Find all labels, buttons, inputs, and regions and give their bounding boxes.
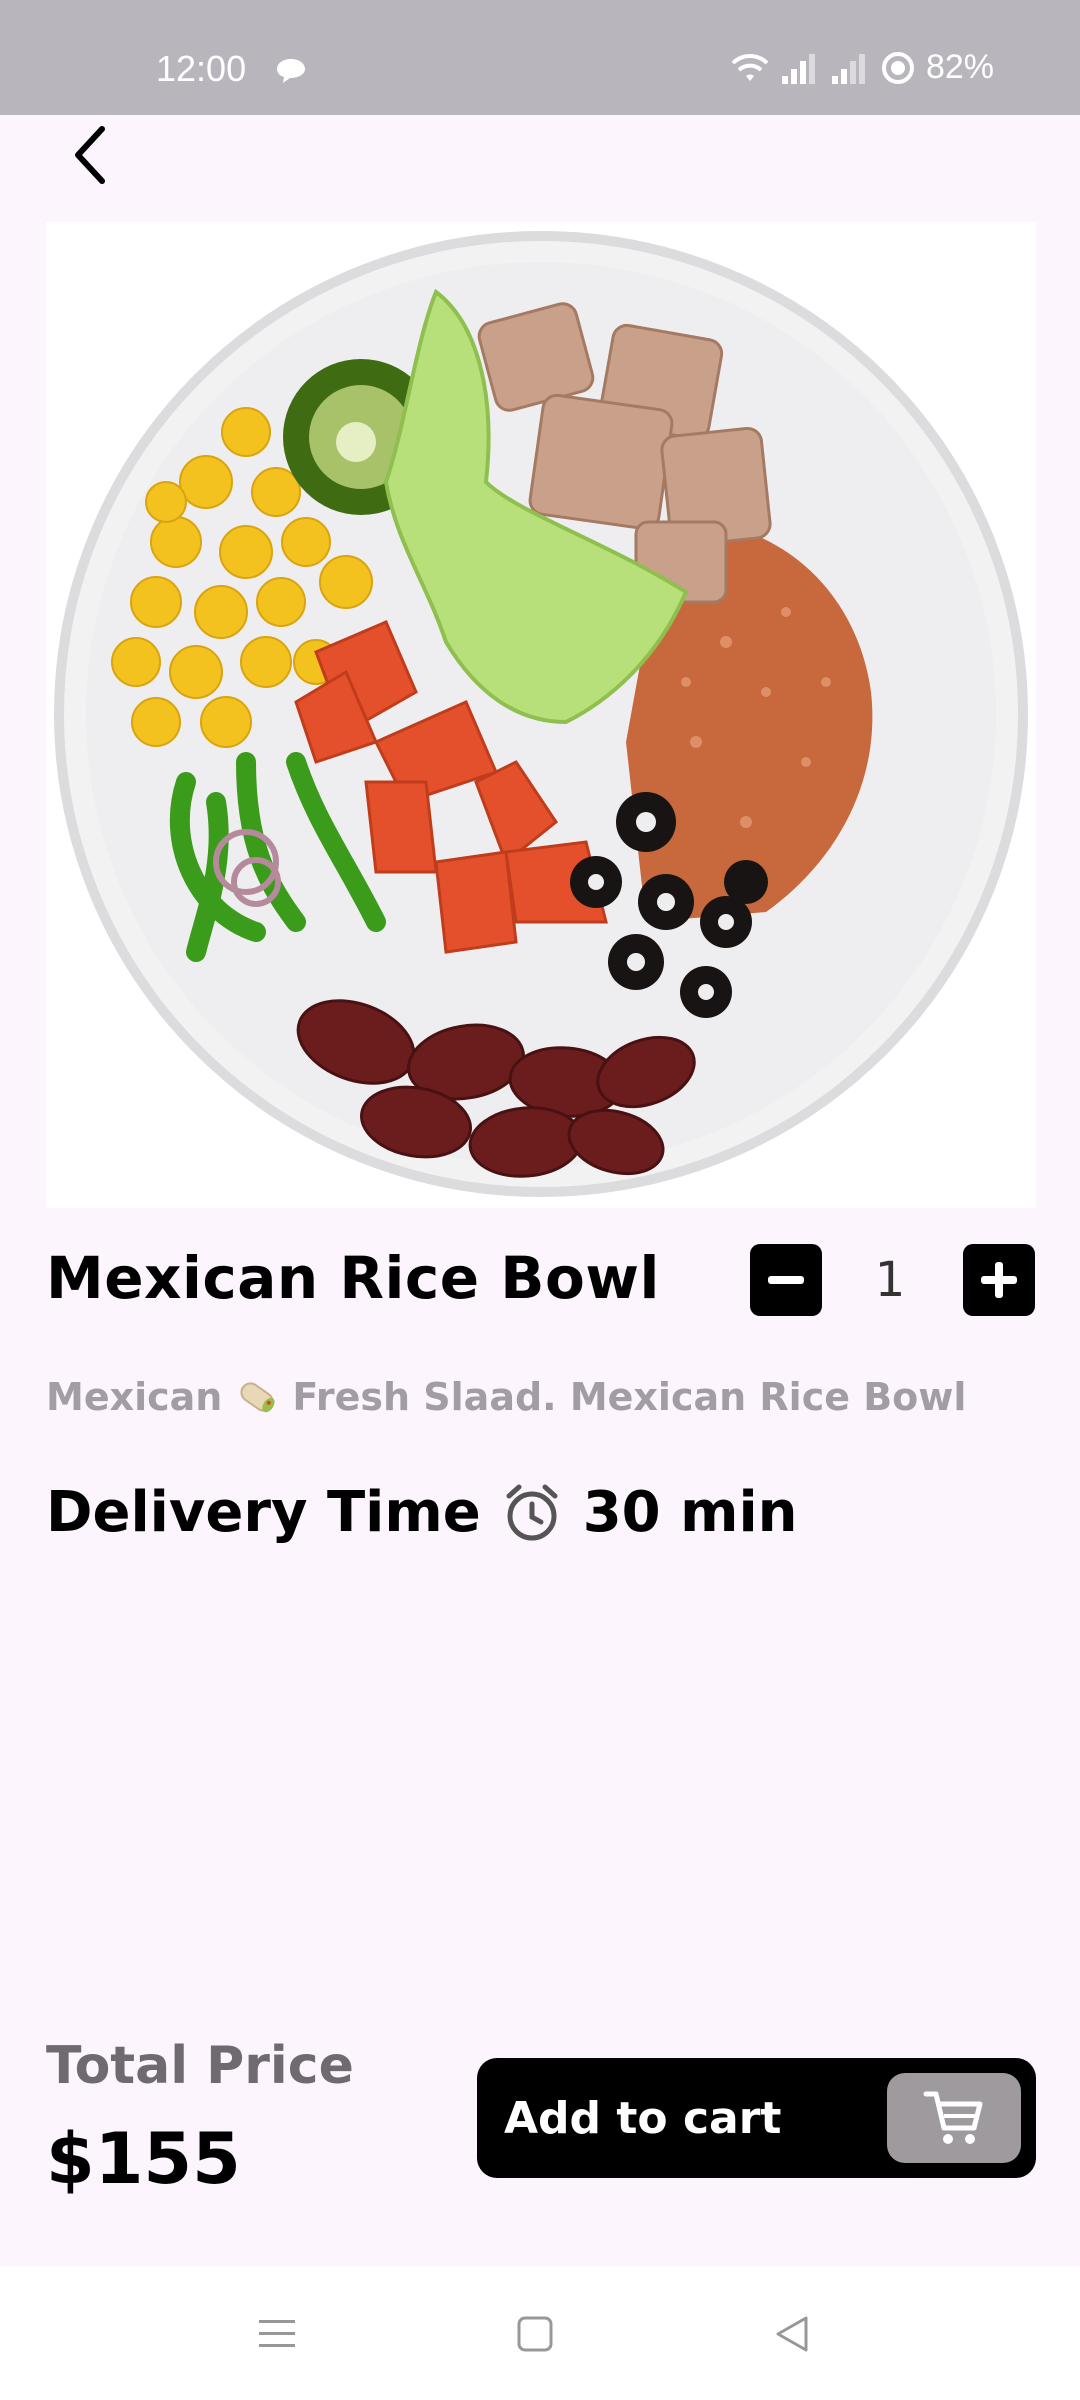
cart-chip [887,2073,1021,2163]
battery-ring-icon [881,51,914,84]
back-button[interactable] [50,115,130,195]
increase-quantity-button[interactable] [963,1244,1035,1316]
chat-notification-icon [277,59,305,83]
product-description: Mexican Fresh Slaad. Mexican Rice Bowl [46,1374,966,1420]
status-right: 82% [730,48,994,87]
chevron-left-icon [75,126,105,184]
decrease-quantity-button[interactable] [750,1244,822,1316]
nav-home-button[interactable] [505,2304,565,2364]
wifi-icon [731,53,769,81]
signal-icon-1 [781,53,815,84]
add-to-cart-label: Add to cart [504,2092,782,2144]
burrito-icon [240,1382,275,1413]
shopping-cart-icon [923,2091,983,2144]
total-price-value: $155 [46,2118,241,2200]
home-square-icon [517,2316,553,2352]
nav-back-button[interactable] [762,2304,822,2364]
back-triangle-icon [776,2316,808,2352]
status-bar: 12:00 82% [0,0,1080,115]
description-prefix: Mexican [46,1375,223,1419]
plus-icon [981,1262,1017,1298]
product-title: Mexican Rice Bowl [46,1244,660,1312]
system-nav-bar [0,2266,1080,2400]
total-price-label: Total Price [46,2036,354,2096]
description-suffix: Fresh Slaad. Mexican Rice Bowl [292,1375,967,1419]
minus-icon [768,1276,804,1284]
quantity-value: 1 [874,1252,906,1308]
product-image [46,222,1036,1208]
delivery-time: Delivery Time 30 min [46,1480,798,1545]
status-time: 12:00 [156,48,247,89]
add-to-cart-button[interactable]: Add to cart [477,2058,1036,2178]
rice-bowl-illustration [54,231,1028,1197]
nav-menu-button[interactable] [247,2304,307,2364]
delivery-value: 30 min [582,1480,798,1545]
menu-icon [259,2320,295,2347]
battery-percent: 82% [925,48,994,86]
signal-icon-2 [831,53,865,84]
delivery-label: Delivery Time [46,1480,481,1545]
alarm-clock-icon [506,1484,558,1540]
